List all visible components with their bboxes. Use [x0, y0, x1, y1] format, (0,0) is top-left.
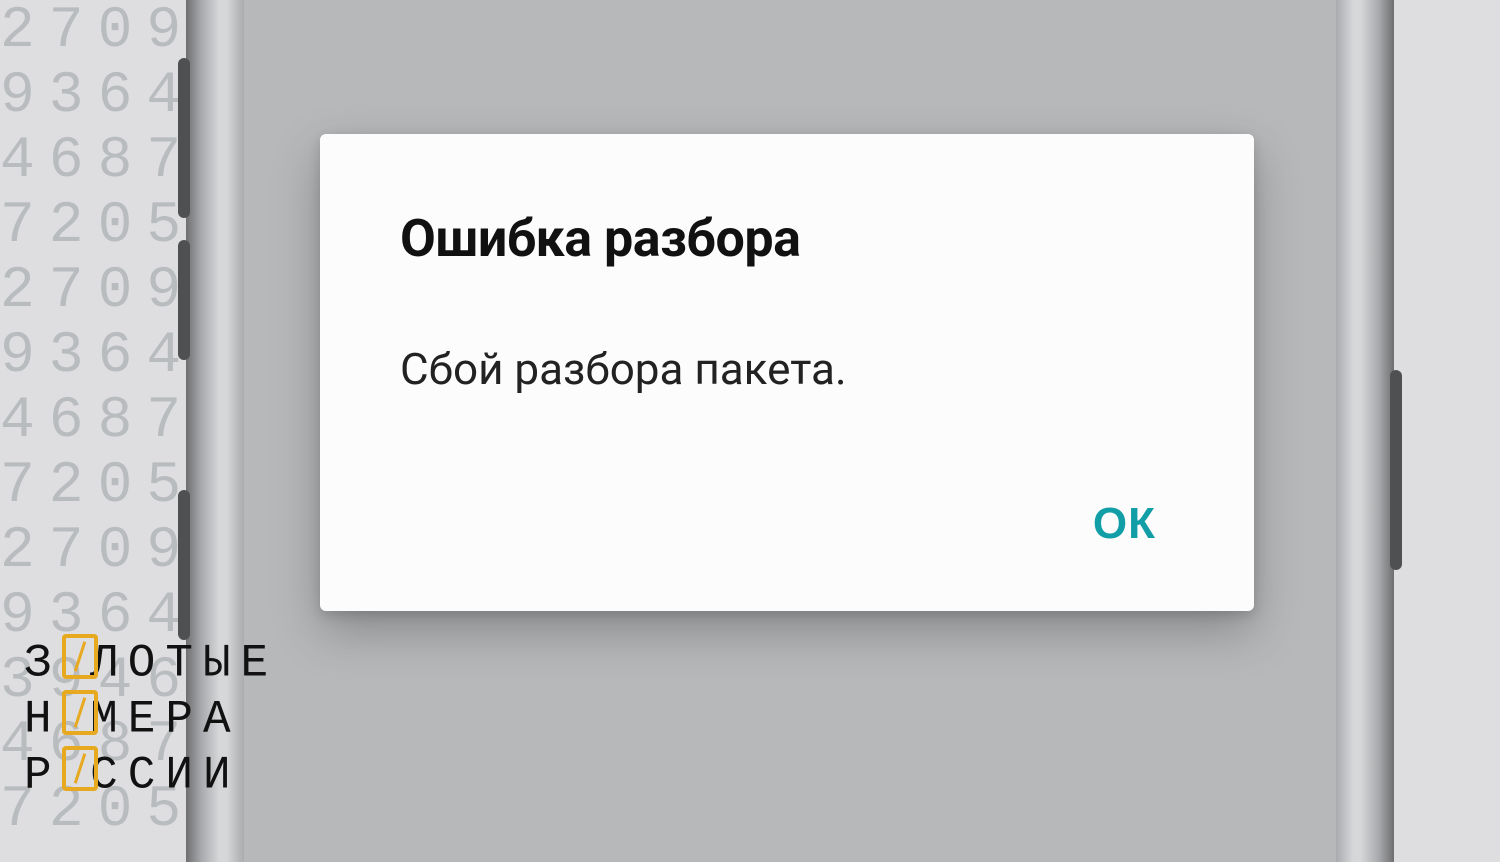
dialog-title: Ошибка разбора [400, 208, 1174, 269]
dialog-message: Сбой разбора пакета. [400, 343, 1174, 395]
watermark-line-1: ЗЛОТЫЕ [24, 634, 278, 690]
watermark-logo: ЗЛОТЫЕ НМЕРА РССИИ [24, 634, 278, 802]
error-dialog: Ошибка разбора Сбой разбора пакета. ОК [320, 134, 1254, 611]
gold-zero-icon [62, 690, 99, 735]
assistant-button [178, 490, 190, 640]
ok-button[interactable]: ОК [1075, 493, 1174, 555]
dialog-actions: ОК [400, 493, 1174, 555]
watermark-line-3: РССИИ [24, 746, 278, 802]
watermark-line-2: НМЕРА [24, 690, 278, 746]
volume-up-button [178, 58, 190, 218]
gold-zero-icon [62, 634, 99, 679]
stage: 270936 872 936401 530 468725 366 720583 … [0, 0, 1500, 862]
power-button [1390, 370, 1402, 570]
volume-down-button [178, 240, 190, 360]
gold-zero-icon [62, 746, 99, 791]
